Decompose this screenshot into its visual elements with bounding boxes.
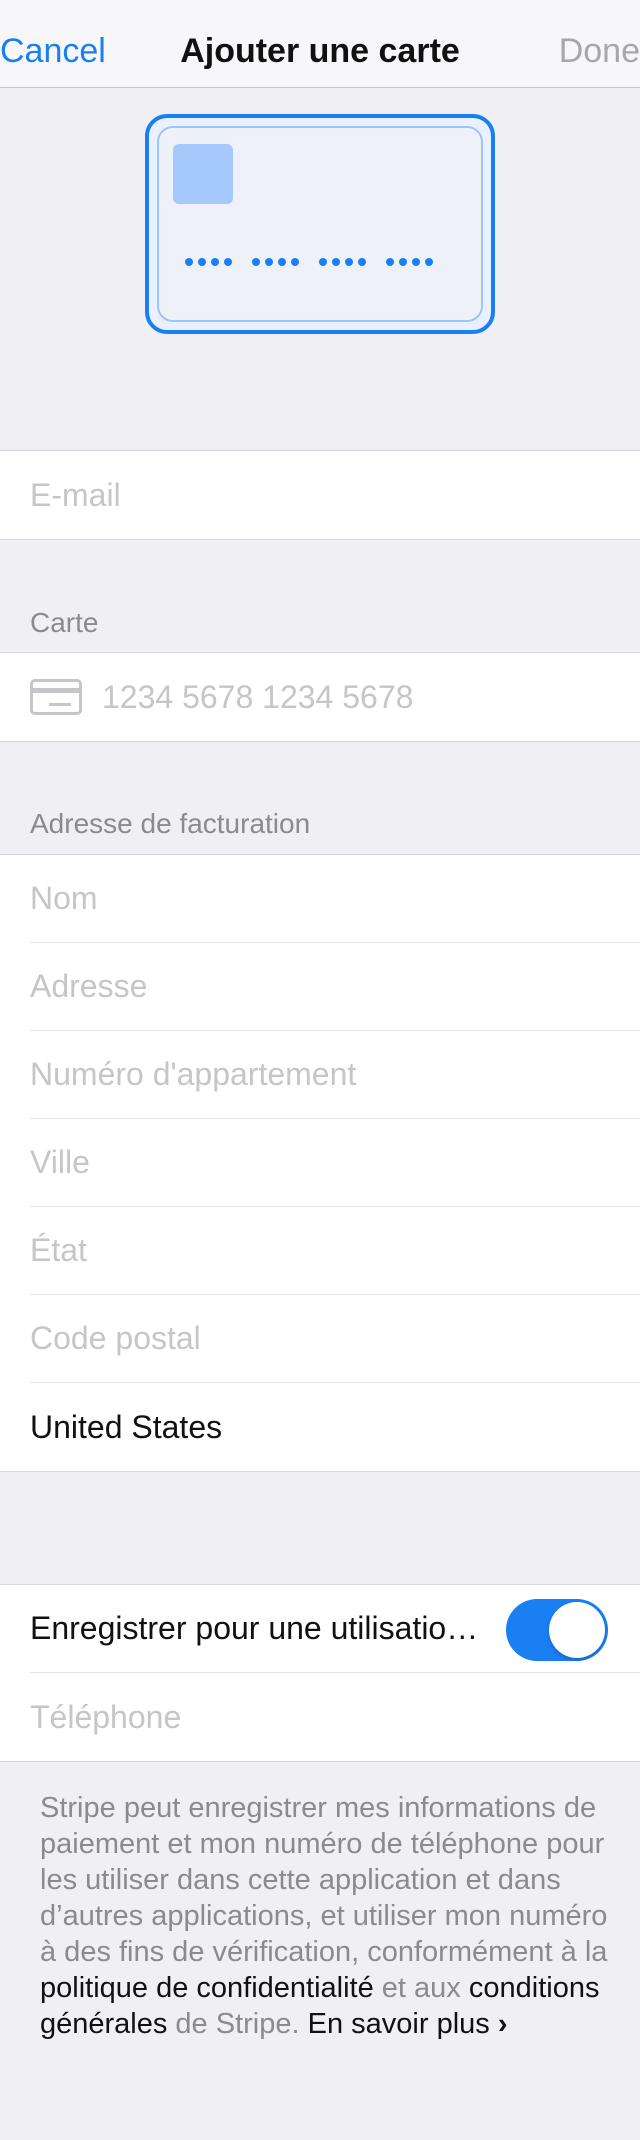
toggle-knob: [549, 1602, 605, 1658]
billing-apartment-row: [30, 1031, 640, 1119]
address-field[interactable]: [30, 968, 640, 1005]
billing-address-row: [30, 943, 640, 1031]
stripe-disclaimer: Stripe peut enregistrer mes informations…: [40, 1790, 610, 2042]
card-chip-icon: [173, 144, 233, 204]
disclaimer-text: Stripe peut enregistrer mes informations…: [40, 1792, 608, 1968]
email-field[interactable]: [30, 476, 640, 514]
save-toggle[interactable]: [506, 1599, 608, 1661]
billing-city-row: [30, 1119, 640, 1207]
card-number-row: [30, 653, 640, 741]
navigation-bar: Cancel Ajouter une carte Done: [0, 0, 640, 88]
name-field[interactable]: [30, 880, 640, 917]
disclaimer-text-and: et aux: [373, 1972, 469, 2004]
learn-more-link[interactable]: En savoir plus: [308, 2008, 490, 2040]
country-selector[interactable]: United States: [30, 1383, 640, 1471]
apartment-field[interactable]: [30, 1056, 640, 1093]
state-field[interactable]: [30, 1232, 640, 1269]
credit-card-icon: [30, 679, 82, 715]
postal-code-field[interactable]: [30, 1320, 640, 1357]
billing-section: United States: [0, 854, 640, 1472]
phone-field[interactable]: [30, 1698, 640, 1736]
phone-row: [30, 1673, 640, 1761]
email-row: [30, 451, 640, 539]
card-number-field[interactable]: [102, 678, 640, 716]
billing-name-row: [30, 855, 640, 943]
link-section: Enregistrer pour une utilisatio…: [0, 1584, 640, 1762]
billing-state-row: [30, 1207, 640, 1295]
disclaimer-text-end: de Stripe.: [167, 2008, 308, 2040]
privacy-policy-link[interactable]: politique de confidentialité: [40, 1972, 374, 2004]
billing-section-header: Adresse de facturation: [30, 808, 311, 839]
email-section: [0, 450, 640, 540]
done-button[interactable]: Done: [559, 32, 640, 71]
card-face: [157, 126, 483, 322]
card-number-dots: [185, 258, 433, 266]
chevron-right-icon: ›: [497, 2008, 508, 2040]
save-row: Enregistrer pour une utilisatio…: [30, 1585, 640, 1673]
page-title: Ajouter une carte: [180, 32, 460, 70]
card-section-header: Carte: [30, 607, 99, 638]
city-field[interactable]: [30, 1144, 640, 1181]
save-toggle-label: Enregistrer pour une utilisatio…: [30, 1610, 479, 1646]
billing-postal-row: [30, 1295, 640, 1383]
country-value: United States: [30, 1408, 223, 1445]
card-section: [0, 652, 640, 742]
card-illustration: [145, 114, 495, 334]
